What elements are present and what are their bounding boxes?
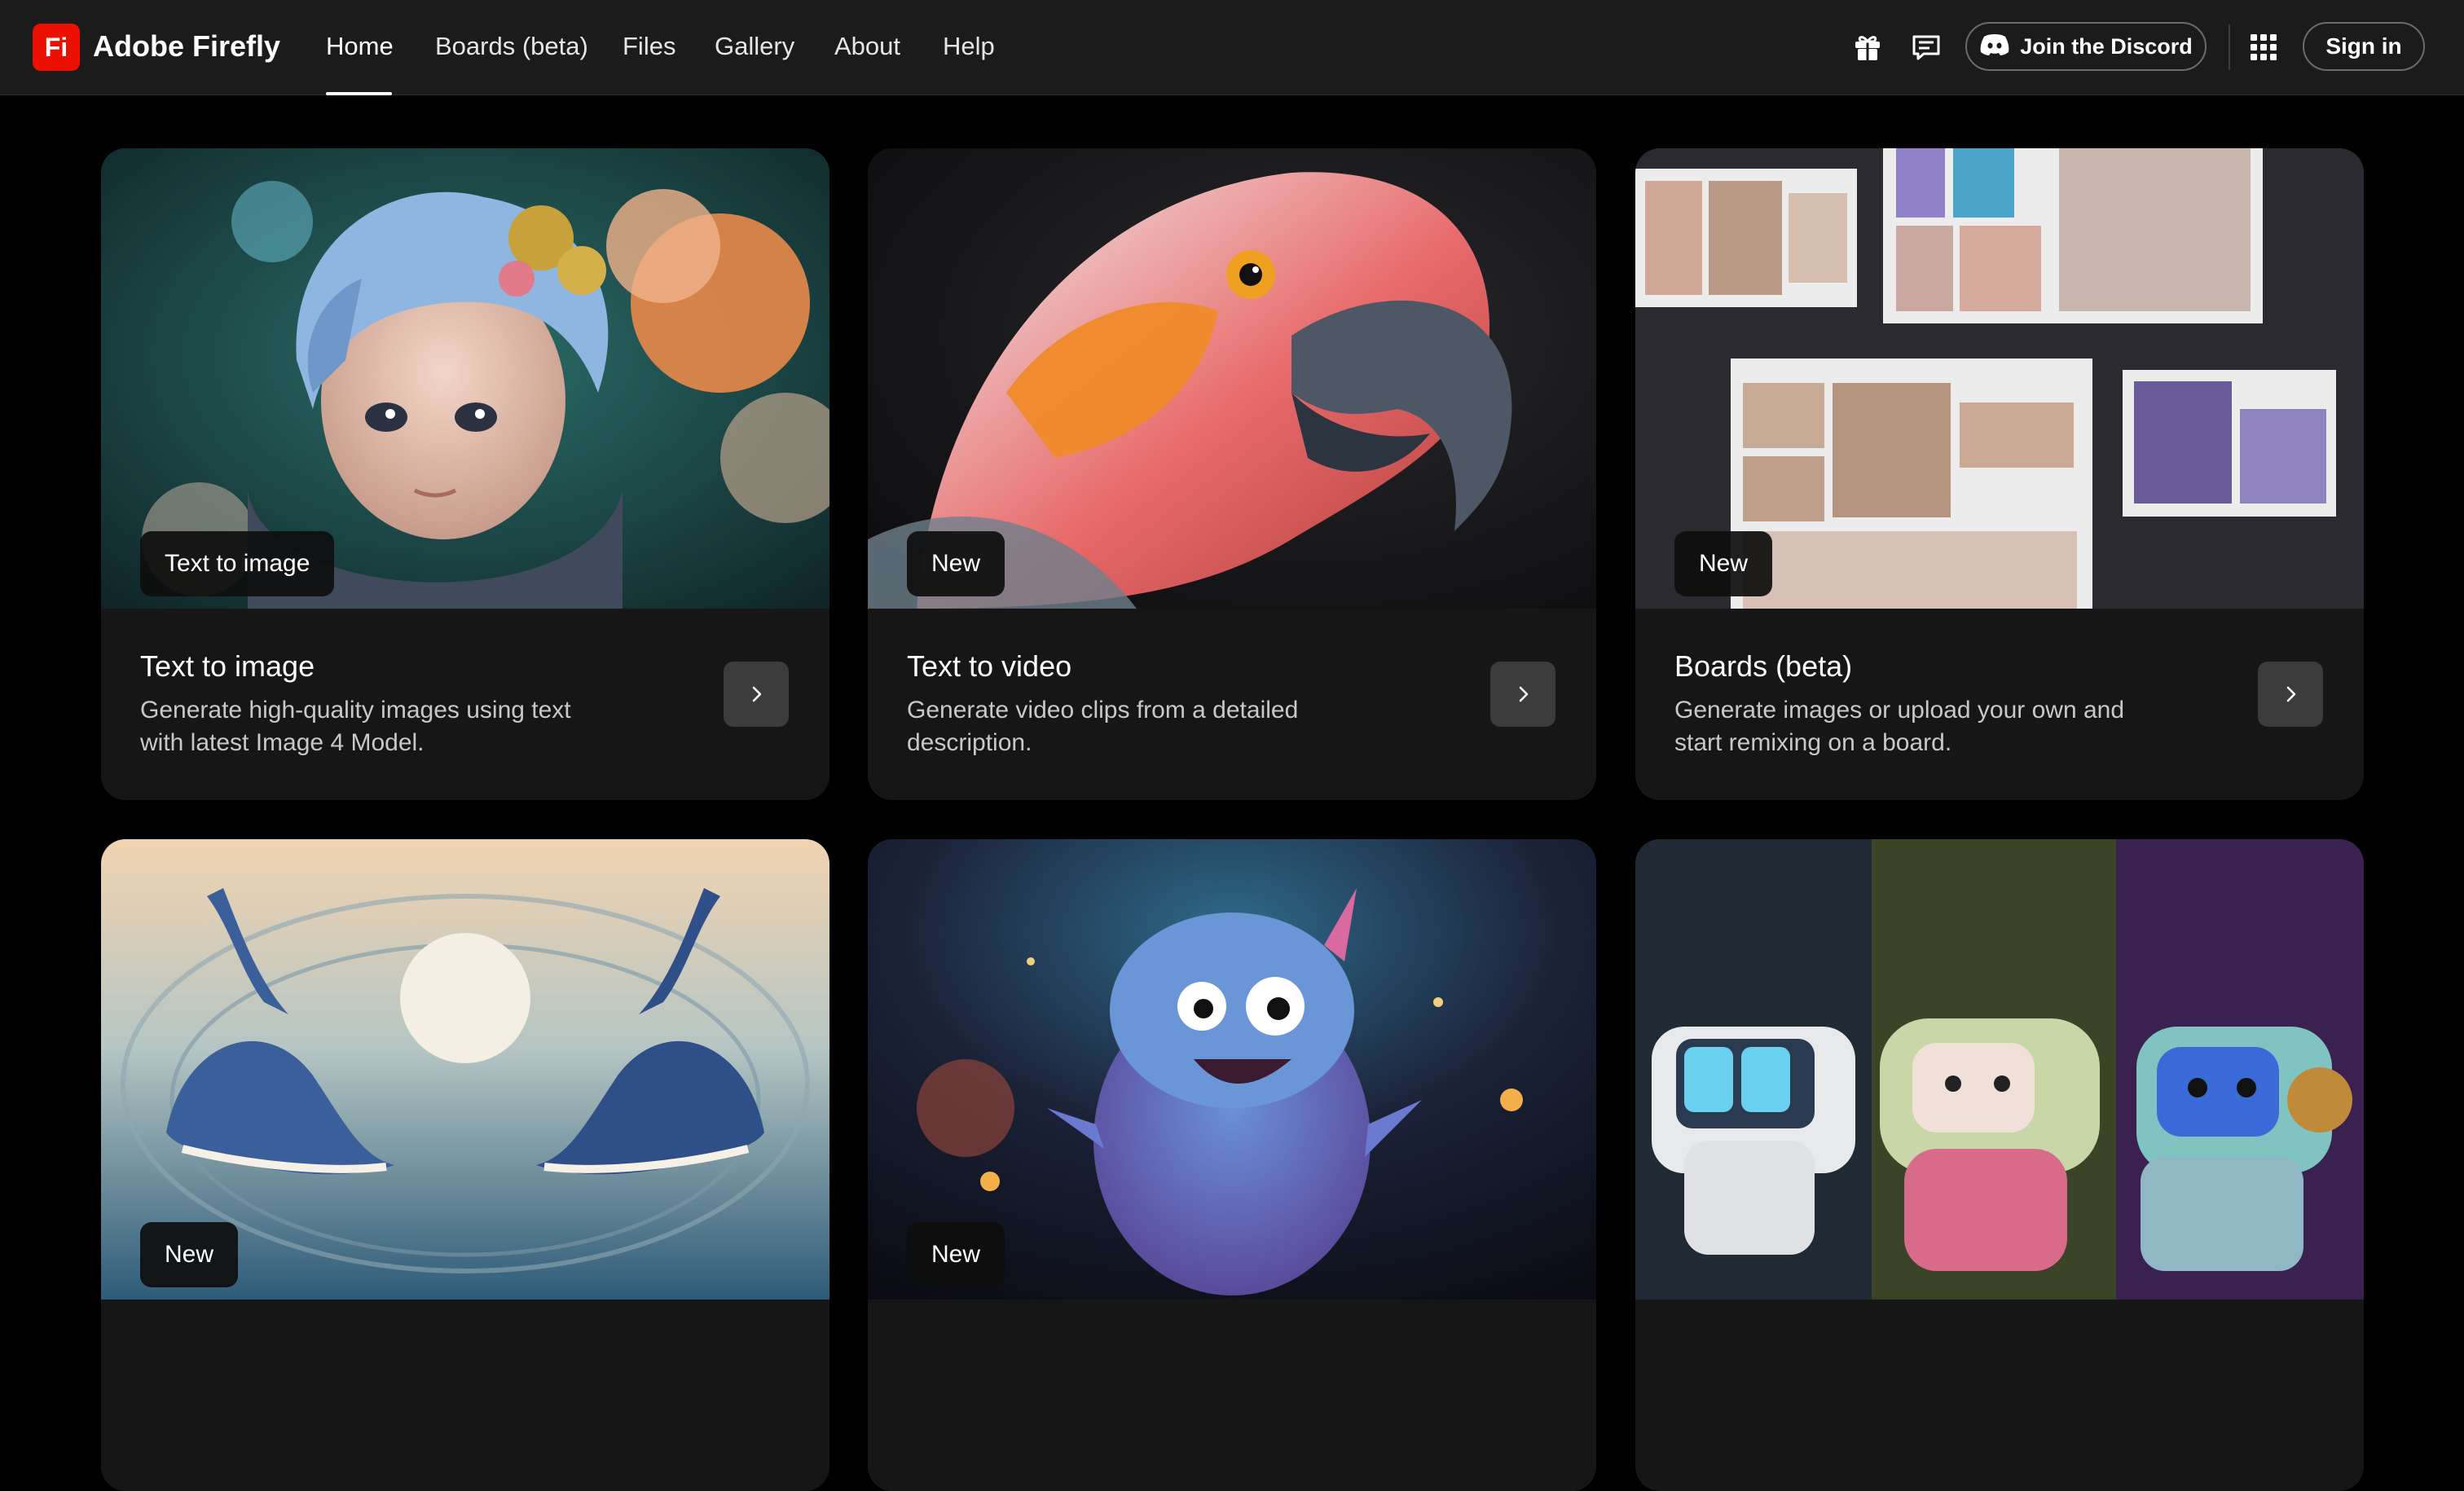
sign-in-button[interactable]: Sign in (2303, 22, 2425, 71)
card-text-to-video[interactable]: New Text to video Generate video clips f… (868, 148, 1596, 800)
card-description: Generate high-quality images using text … (140, 697, 571, 756)
open-card-button[interactable] (724, 662, 789, 727)
nav-about[interactable]: About (834, 29, 900, 64)
open-card-button[interactable] (1490, 662, 1555, 727)
apps-grid-icon[interactable] (2246, 29, 2281, 65)
join-discord-button[interactable]: Join the Discord (1965, 22, 2207, 71)
card-monster[interactable]: New (868, 839, 1596, 1491)
nav-files[interactable]: Files (623, 29, 675, 64)
card-badge: Text to image (140, 531, 335, 596)
card-robots[interactable] (1635, 839, 2364, 1491)
card-boards[interactable]: New Boards (beta) Generate images or upl… (1635, 148, 2364, 800)
card-description: Generate video clips from a detailed des… (907, 697, 1299, 756)
card-badge: New (1674, 531, 1773, 596)
open-card-button[interactable] (2258, 662, 2323, 727)
gift-icon[interactable] (1850, 29, 1885, 65)
chevron-right-icon (2286, 686, 2296, 702)
top-bar: Fi Adobe Firefly Home Boards (beta) File… (0, 0, 2464, 95)
card-title: Text to video (907, 649, 1072, 683)
firefly-logo-icon[interactable]: Fi (33, 24, 80, 71)
nav-home[interactable]: Home (326, 29, 394, 64)
active-nav-indicator (326, 92, 392, 95)
discord-icon (1979, 32, 2010, 62)
card-title: Boards (beta) (1674, 649, 1853, 683)
card-description: Generate images or upload your own and s… (1674, 697, 2125, 756)
chat-icon[interactable] (1908, 29, 1944, 65)
card-title: Text to image (140, 649, 315, 683)
card-badge: New (140, 1222, 239, 1287)
chevron-right-icon (752, 686, 762, 702)
nav-help[interactable]: Help (943, 29, 995, 64)
logo-text: Fi (44, 32, 68, 62)
card-whales[interactable]: New (101, 839, 829, 1491)
nav-gallery[interactable]: Gallery (715, 29, 794, 64)
card-badge: New (907, 1222, 1005, 1287)
nav-boards[interactable]: Boards (beta) (435, 29, 588, 64)
discord-label: Join the Discord (2020, 33, 2193, 59)
card-image-robots (1635, 839, 2364, 1300)
card-text-to-image[interactable]: Text to image Text to image Generate hig… (101, 148, 829, 800)
card-badge: New (907, 531, 1005, 596)
header-divider (2229, 24, 2230, 70)
brand-name[interactable]: Adobe Firefly (93, 28, 280, 65)
chevron-right-icon (1519, 686, 1529, 702)
